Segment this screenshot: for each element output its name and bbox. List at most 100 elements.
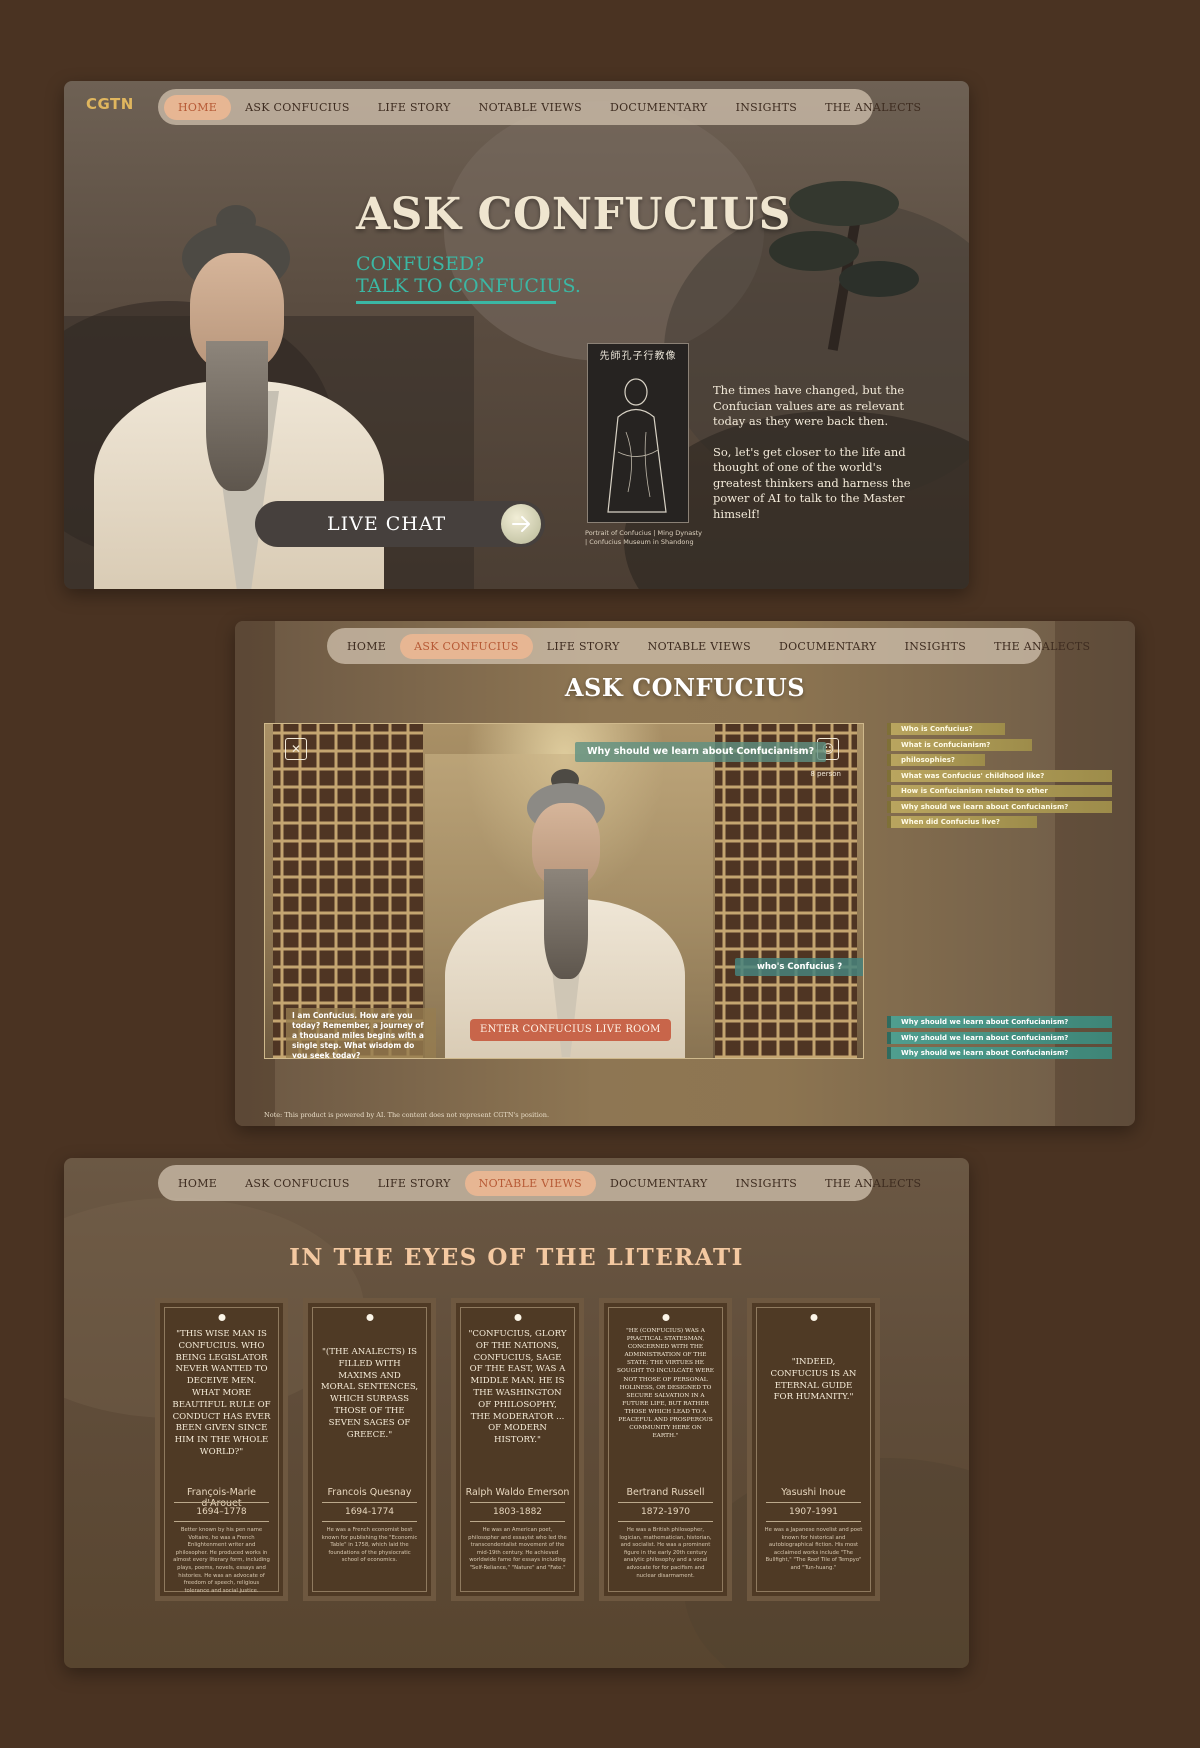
answer-item[interactable]: Why should we learn about Confucianism?	[887, 1016, 1112, 1028]
quote-card[interactable]: "He (Confucius) was a practical statesma…	[599, 1298, 732, 1601]
page-title: ASK CONFUCIUS	[356, 189, 791, 240]
cgtn-logo[interactable]: CGTN	[86, 95, 134, 113]
nav-ask-confucius[interactable]: ASK CONFUCIUS	[231, 1171, 364, 1196]
live-video-window[interactable]: ✕ ☺ 8 person Why should we learn about C…	[264, 723, 864, 1059]
arrow-right-icon[interactable]	[501, 504, 541, 544]
viewer-count: 8 person	[810, 770, 841, 778]
divider	[174, 1502, 269, 1503]
nav-ask-confucius[interactable]: ASK CONFUCIUS	[231, 95, 364, 120]
beard	[544, 869, 588, 979]
divider	[322, 1521, 417, 1522]
pin-dot	[514, 1314, 521, 1321]
nav-documentary[interactable]: DOCUMENTARY	[596, 1171, 722, 1196]
pin-dot	[810, 1314, 817, 1321]
author-years: 1694–1778	[196, 1507, 247, 1517]
author-years: 1872-1970	[640, 1507, 691, 1517]
notable-views-panel: HOME ASK CONFUCIUS LIFE STORY NOTABLE VI…	[64, 1158, 969, 1668]
answer-item[interactable]: Why should we learn about Confucianism?	[887, 1031, 1112, 1044]
divider	[322, 1502, 417, 1503]
author-name: Yasushi Inoue	[781, 1487, 846, 1498]
divider	[618, 1521, 713, 1522]
question-item[interactable]: What is Confucianism?	[887, 738, 1032, 751]
author-years: 1803-1882	[492, 1507, 543, 1517]
nav-home[interactable]: HOME	[164, 94, 232, 120]
question-item[interactable]: Why should we learn about Confucianism?	[887, 800, 1112, 813]
nav-home[interactable]: HOME	[333, 634, 400, 659]
section-title: IN THE EYES OF THE LITERATI	[289, 1244, 744, 1271]
quote-text: "He (Confucius) was a practical statesma…	[616, 1328, 715, 1440]
pin-dot	[662, 1314, 669, 1321]
nav-the-analects[interactable]: THE ANALECTS	[811, 95, 935, 120]
ask-confucius-panel: HOME ASK CONFUCIUS LIFE STORY NOTABLE VI…	[235, 621, 1135, 1126]
intro-paragraph-1: The times have changed, but the Confucia…	[713, 383, 905, 428]
author-bio: He was a British philosopher, logician, …	[619, 1527, 712, 1579]
intro-paragraph-2: So, let's get closer to the life and tho…	[713, 444, 911, 521]
divider	[470, 1502, 565, 1503]
nav-home[interactable]: HOME	[164, 1171, 231, 1196]
main-nav: HOME ASK CONFUCIUS LIFE STORY NOTABLE VI…	[158, 1165, 921, 1201]
nav-insights[interactable]: INSIGHTS	[722, 1171, 812, 1196]
nav-ask-confucius[interactable]: ASK CONFUCIUS	[400, 633, 533, 659]
author-years: 1907-1991	[788, 1507, 839, 1517]
quote-card[interactable]: "(The Analects) is filled with maxims an…	[303, 1298, 436, 1601]
answer-list: Why should we learn about Confucianism? …	[887, 1016, 1112, 1063]
quote-text: "(The Analects) is filled with maxims an…	[320, 1347, 419, 1440]
nav-life-story[interactable]: LIFE STORY	[364, 95, 465, 120]
ai-disclaimer: Note: This product is powered by AI. The…	[264, 1111, 550, 1119]
live-chat-label: LIVE CHAT	[327, 513, 447, 535]
author-bio: He was a French economist best known for…	[321, 1527, 418, 1564]
nav-notable-views[interactable]: NOTABLE VIEWS	[464, 1170, 596, 1196]
section-title: ASK CONFUCIUS	[564, 673, 806, 702]
quote-card[interactable]: "This wise man is Confucius. Who being l…	[155, 1298, 288, 1601]
subtitle-line-1: CONFUSED?	[356, 253, 485, 275]
live-chat-button[interactable]: LIVE CHAT	[255, 501, 545, 547]
divider	[766, 1502, 861, 1503]
author-name: Bertrand Russell	[626, 1487, 705, 1498]
answer-item[interactable]: Why should we learn about Confucianism?	[887, 1047, 1112, 1059]
portrait-caption: Portrait of Confucius | Ming Dynasty | C…	[585, 529, 705, 547]
quote-card[interactable]: "Indeed, Confucius is an eternal guide f…	[747, 1298, 880, 1601]
pine-tree	[769, 161, 919, 351]
divider	[470, 1521, 565, 1522]
quote-card[interactable]: "Confucius, glory of the nations, Confuc…	[451, 1298, 584, 1601]
question-bubble: Why should we learn about Confucianism?	[575, 742, 827, 762]
main-nav: HOME ASK CONFUCIUS LIFE STORY NOTABLE VI…	[158, 89, 921, 125]
nav-life-story[interactable]: LIFE STORY	[533, 634, 634, 659]
author-bio: Better known by his pen name Voltaire, h…	[173, 1527, 270, 1594]
nav-the-analects[interactable]: THE ANALECTS	[811, 1171, 935, 1196]
subtitle-line-2: TALK TO CONFUCIUS.	[356, 275, 581, 297]
quote-text: "Confucius, glory of the nations, Confuc…	[468, 1329, 567, 1446]
question-item[interactable]: philosophies?	[887, 754, 985, 766]
nav-insights[interactable]: INSIGHTS	[722, 95, 812, 120]
user-question-bubble: who's Confucius ?	[735, 958, 863, 976]
nav-notable-views[interactable]: NOTABLE VIEWS	[465, 95, 596, 120]
caption-line-1: Portrait of Confucius | Ming Dynasty	[585, 529, 703, 537]
nav-documentary[interactable]: DOCUMENTARY	[596, 95, 722, 120]
enter-live-room-button[interactable]: ENTER CONFUCIUS LIVE ROOM	[470, 1019, 671, 1041]
confucius-greeting: I am Confucius. How are you today? Remem…	[286, 1008, 436, 1058]
nav-documentary[interactable]: DOCUMENTARY	[765, 634, 891, 659]
question-item[interactable]: Who is Confucius?	[887, 723, 1005, 735]
nav-life-story[interactable]: LIFE STORY	[364, 1171, 465, 1196]
author-name: François-Marie d'Arouet	[187, 1487, 256, 1509]
confucius-avatar	[445, 769, 685, 1058]
portrait-figure	[607, 378, 667, 513]
author-bio: He was a Japanese novelist and poet know…	[764, 1527, 863, 1571]
author-name: Francois Quesnay	[327, 1487, 412, 1498]
nav-notable-views[interactable]: NOTABLE VIEWS	[634, 634, 765, 659]
question-item[interactable]: How is Confucianism related to other	[887, 785, 1112, 797]
caption-line-2: | Confucius Museum in Shandong	[585, 538, 694, 546]
nav-the-analects[interactable]: THE ANALECTS	[980, 634, 1104, 659]
pin-dot	[366, 1314, 373, 1321]
ming-dynasty-portrait: 先師孔子行教像	[587, 343, 689, 523]
quote-text: "This wise man is Confucius. Who being l…	[172, 1329, 271, 1457]
home-panel: CGTN HOME ASK CONFUCIUS LIFE STORY NOTAB…	[64, 81, 969, 589]
question-item[interactable]: When did Confucius live?	[887, 816, 1037, 828]
question-item[interactable]: What was Confucius' childhood like?	[887, 769, 1112, 782]
beard	[206, 341, 268, 491]
author-years: 1694-1774	[344, 1507, 395, 1517]
main-nav: HOME ASK CONFUCIUS LIFE STORY NOTABLE VI…	[327, 628, 1090, 664]
nav-insights[interactable]: INSIGHTS	[891, 634, 981, 659]
author-name: Ralph Waldo Emerson	[465, 1487, 570, 1498]
speaker-mute-icon[interactable]: ✕	[285, 738, 307, 760]
